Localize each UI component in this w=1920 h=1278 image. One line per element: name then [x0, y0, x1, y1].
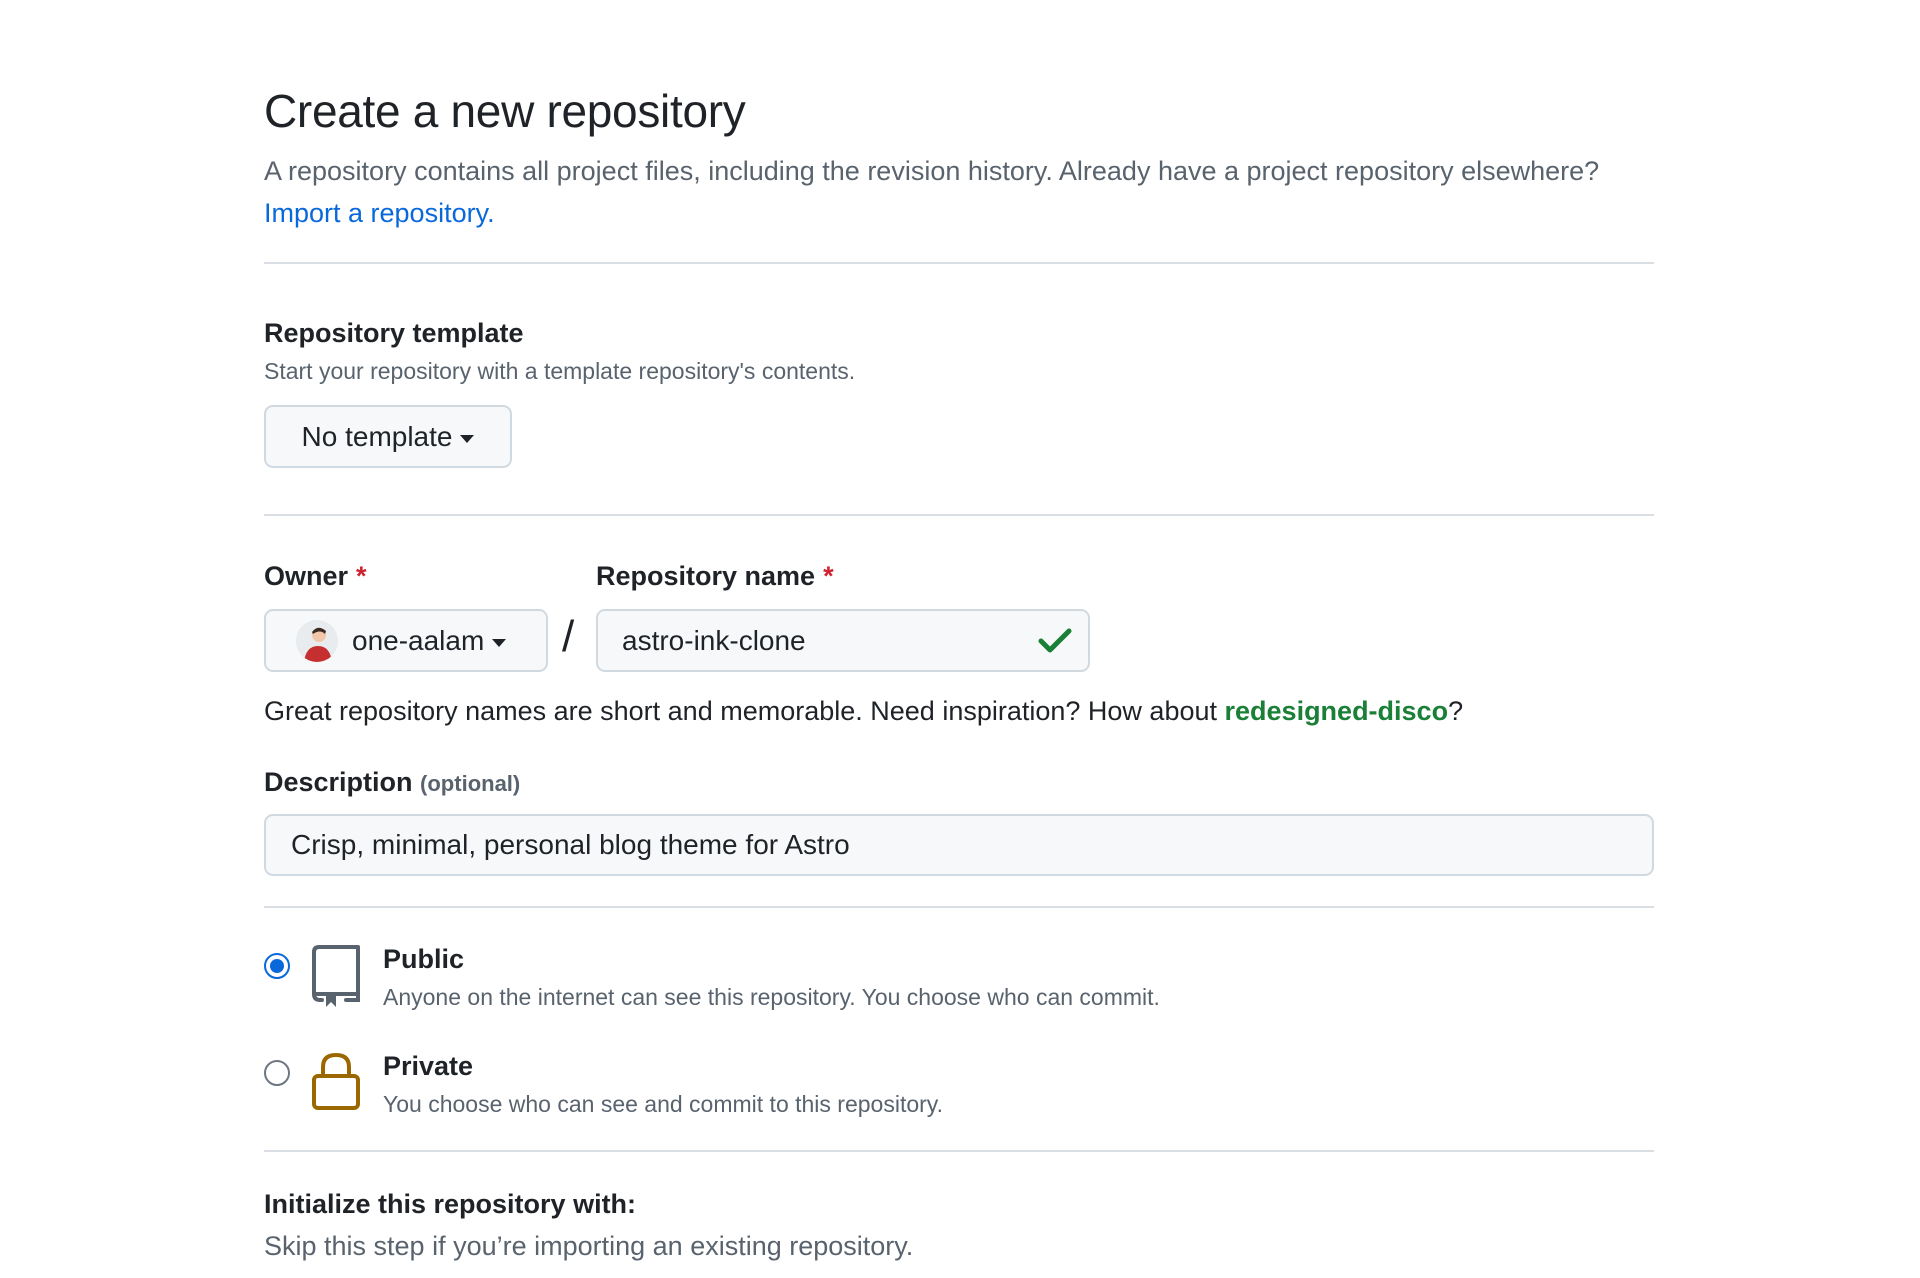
optional-tag: (optional) [420, 771, 521, 796]
initialize-title: Initialize this repository with: [264, 1189, 637, 1219]
required-mark: * [356, 561, 367, 591]
divider [264, 514, 1654, 516]
avatar [296, 619, 338, 662]
owner-label: Owner * [264, 561, 367, 592]
repo-name-hint: Great repository names are short and mem… [264, 696, 1463, 727]
check-icon [1038, 628, 1072, 653]
page-title: Create a new repository [264, 85, 746, 137]
caret-down-icon [460, 434, 475, 443]
name-suggestion-link[interactable]: redesigned-disco [1225, 696, 1449, 726]
repository-name-value: astro-ink-clone [622, 624, 806, 656]
subtitle-text: A repository contains all project files,… [264, 156, 1600, 186]
private-title: Private [383, 1051, 474, 1081]
page-subtitle: A repository contains all project files,… [264, 150, 1654, 234]
public-radio[interactable] [264, 953, 290, 979]
description-value: Crisp, minimal, personal blog theme for … [291, 829, 850, 860]
hint-text: Great repository names are short and mem… [264, 696, 1217, 726]
public-title: Public [383, 944, 465, 974]
caret-down-icon [492, 638, 507, 647]
repository-name-input[interactable]: astro-ink-clone [596, 609, 1090, 672]
template-note: Start your repository with a template re… [264, 358, 856, 384]
owner-value: one-aalam [352, 624, 485, 656]
template-label: Repository template [264, 318, 524, 348]
divider [264, 906, 1654, 908]
divider [264, 262, 1654, 264]
owner-label-text: Owner [264, 561, 349, 591]
hint-suffix: ? [1448, 696, 1464, 726]
owner-repo-separator: / [562, 612, 575, 661]
private-description: You choose who can see and commit to thi… [383, 1091, 943, 1117]
repo-name-label: Repository name * [596, 561, 834, 592]
public-description: Anyone on the internet can see this repo… [383, 984, 1160, 1010]
template-dropdown-button[interactable]: No template [264, 405, 512, 468]
initialize-note: Skip this step if you’re importing an ex… [264, 1231, 914, 1261]
lock-icon [312, 1052, 360, 1110]
description-label: Description (optional) [264, 767, 520, 798]
repo-name-label-text: Repository name [596, 561, 816, 591]
import-repository-link[interactable]: Import a repository. [264, 198, 495, 228]
private-radio[interactable] [264, 1060, 290, 1086]
repo-icon [312, 945, 360, 1007]
required-mark: * [823, 561, 834, 591]
template-button-label: No template [301, 420, 453, 452]
owner-dropdown-button[interactable]: one-aalam [264, 609, 548, 672]
divider [264, 1150, 1654, 1152]
description-input[interactable]: Crisp, minimal, personal blog theme for … [264, 814, 1654, 876]
description-label-text: Description [264, 767, 413, 797]
